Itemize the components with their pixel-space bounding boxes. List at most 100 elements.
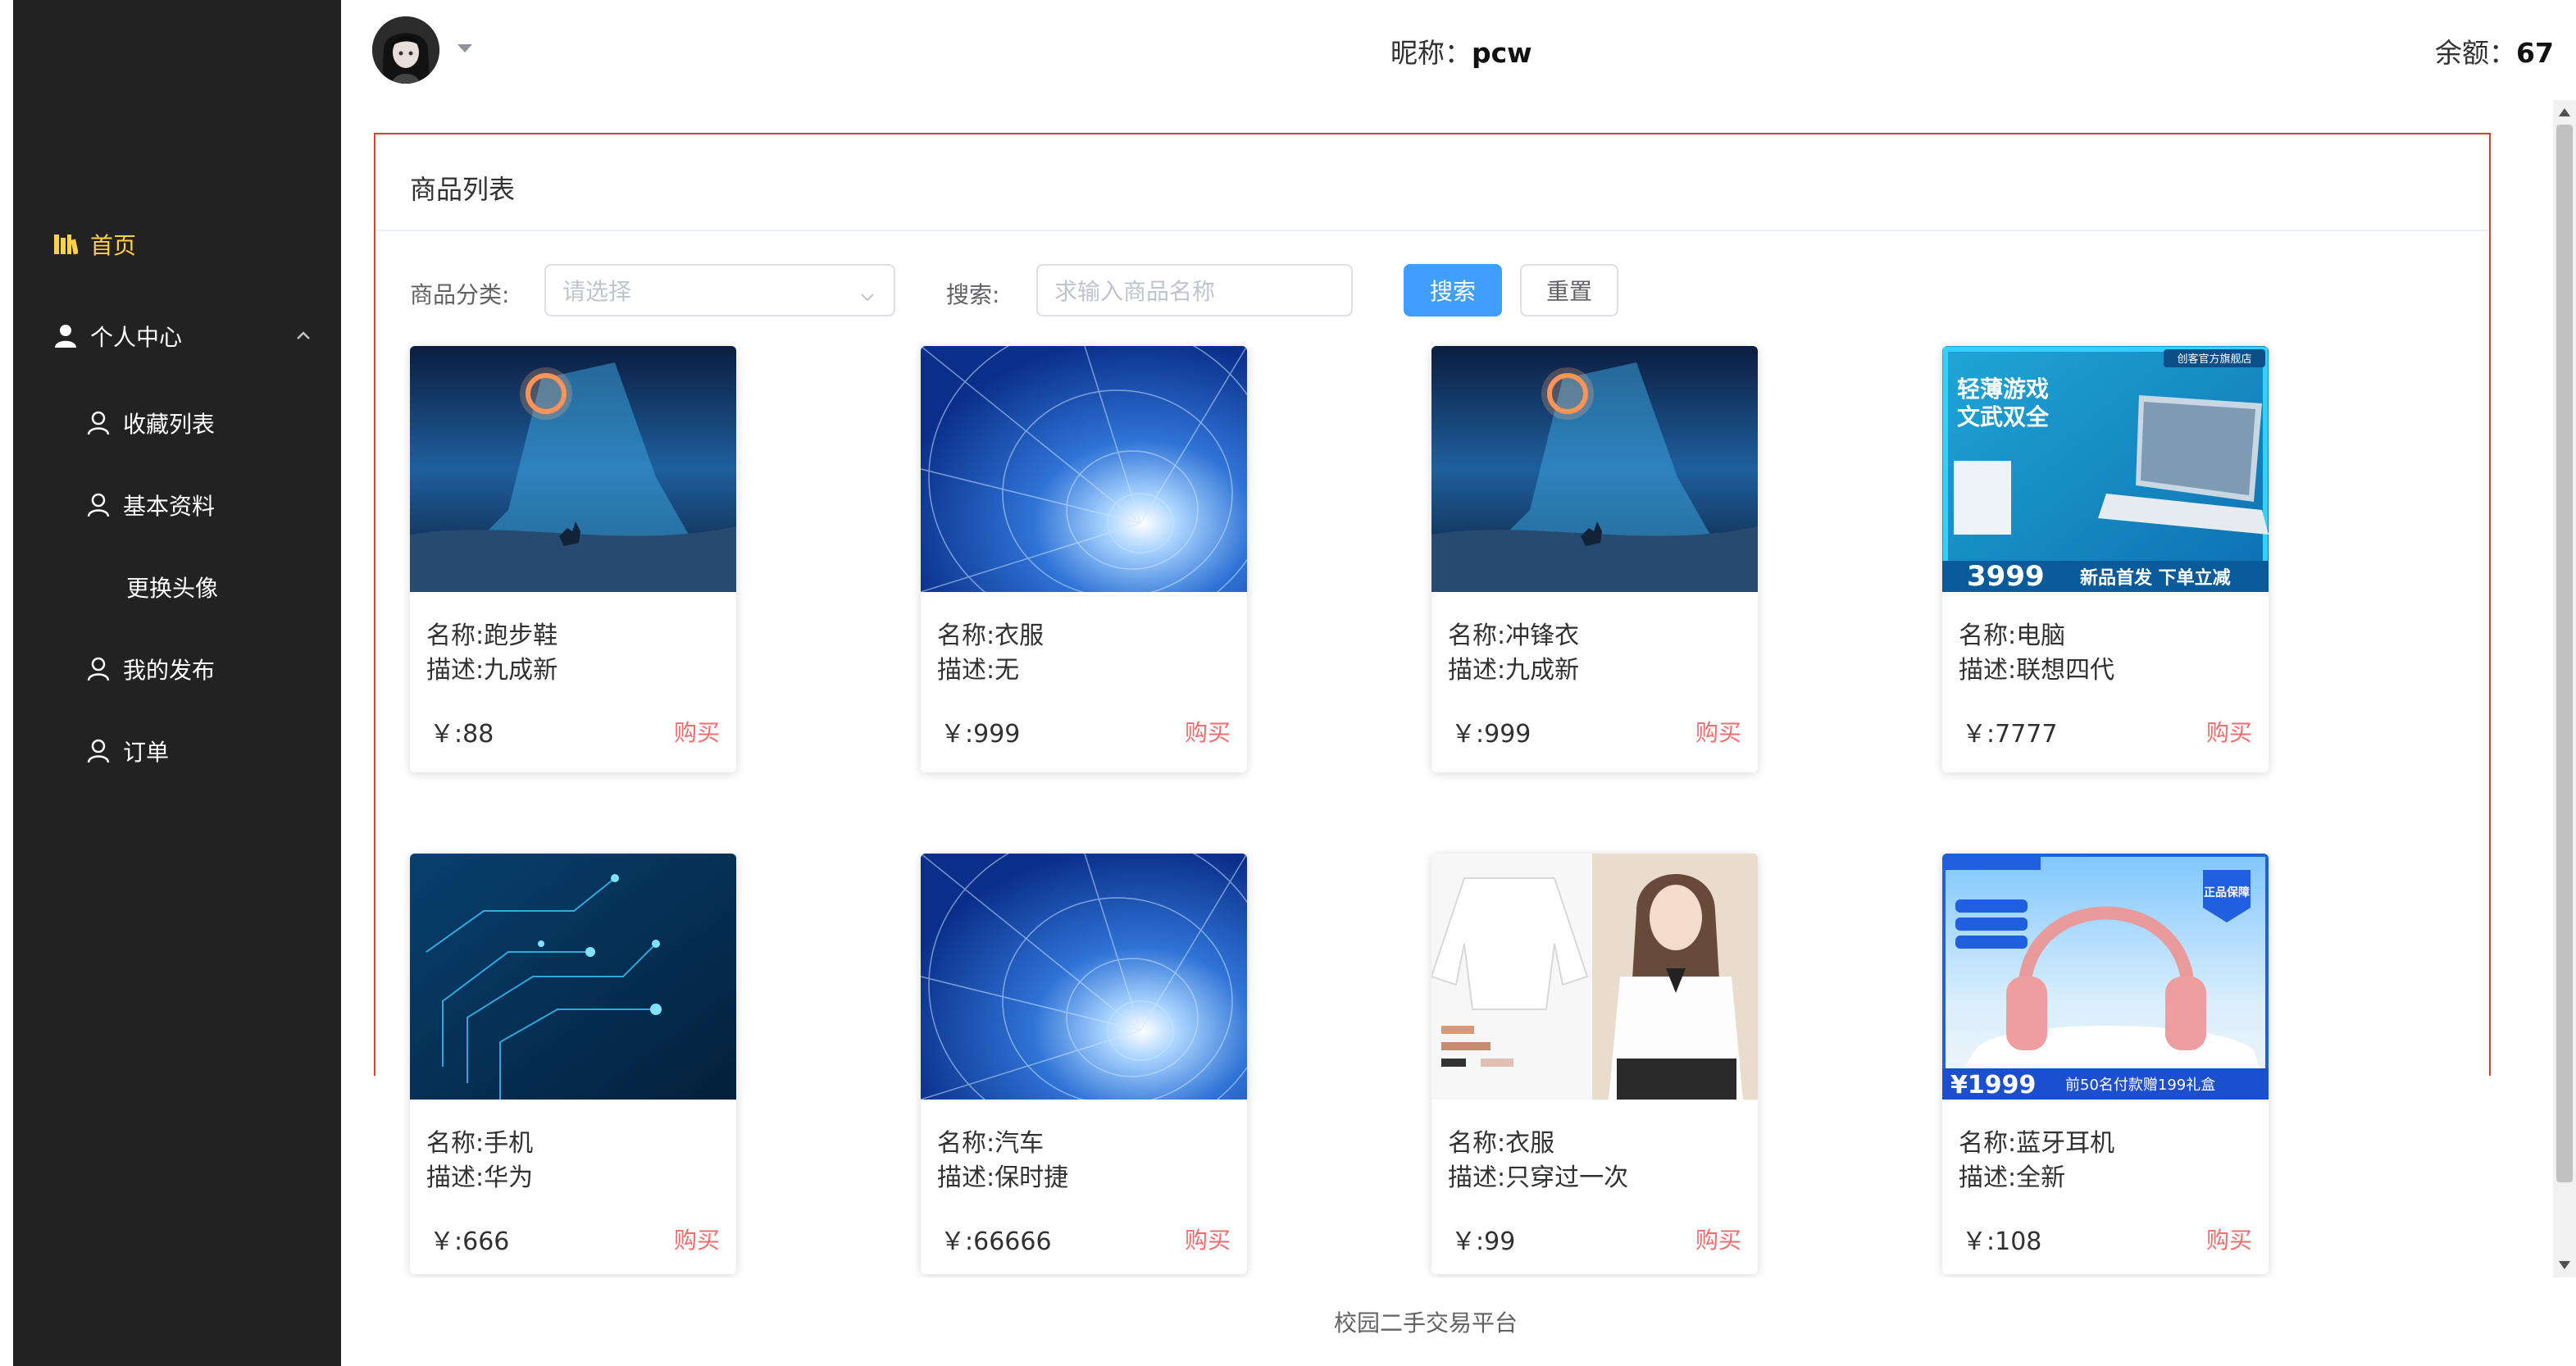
- product-price: ￥:88: [430, 720, 494, 749]
- product-card[interactable]: 名称:跑步鞋 描述:九成新 ￥:88 购买: [410, 346, 736, 772]
- ad-banner-text: 正品保障: [2204, 886, 2250, 899]
- chevron-down-icon: [859, 284, 876, 302]
- user-outline-icon: [84, 654, 113, 684]
- scroll-down-arrow-icon[interactable]: [2559, 1261, 2570, 1269]
- product-description: 描述:联想四代: [1959, 656, 2115, 685]
- buy-link[interactable]: 购买: [2206, 715, 2252, 748]
- panel-divider: [375, 230, 2489, 231]
- product-image[interactable]: ¥1999 前50名付款赠199礼盒 正品保障: [1942, 854, 2269, 1100]
- buy-link[interactable]: 购买: [674, 1223, 720, 1255]
- sidebar-item-label: 首页: [90, 232, 137, 259]
- search-input-placeholder: 求输入商品名称: [1054, 278, 1216, 305]
- ad-banner-text: 创客官方旗舰店: [2177, 353, 2251, 366]
- product-name: 名称:蓝牙耳机: [1959, 1129, 2115, 1158]
- buy-link[interactable]: 购买: [674, 715, 720, 748]
- product-name: 名称:手机: [426, 1129, 534, 1158]
- product-image[interactable]: [1431, 346, 1758, 592]
- sidebar-item-label: 基本资料: [123, 493, 216, 520]
- product-name: 名称:冲锋衣: [1448, 622, 1580, 650]
- reset-button[interactable]: 重置: [1520, 264, 1618, 316]
- sidebar-item-profile[interactable]: 基本资料: [13, 479, 341, 531]
- ad-banner-text: 新品首发 下单立减: [2080, 567, 2231, 589]
- category-select-placeholder: 请选择: [562, 278, 632, 305]
- category-select[interactable]: 请选择: [544, 264, 895, 316]
- buy-link[interactable]: 购买: [1695, 1223, 1741, 1255]
- product-image[interactable]: [921, 346, 1247, 592]
- product-description: 描述:保时捷: [937, 1163, 1069, 1192]
- product-name: 名称:跑步鞋: [426, 622, 558, 650]
- search-label: 搜索:: [946, 281, 1000, 308]
- footer: 校园二手交易平台: [341, 1277, 2576, 1366]
- product-card[interactable]: 名称:手机描述:华为 ￥:666 购买: [410, 854, 736, 1274]
- search-input[interactable]: 求输入商品名称: [1036, 264, 1353, 316]
- product-name: 名称:电脑: [1959, 622, 2066, 650]
- sidebar-item-favorites[interactable]: 收藏列表: [13, 397, 341, 449]
- sidebar-item-label: 更换头像: [126, 575, 219, 602]
- balance-value: 67: [2516, 37, 2554, 69]
- nickname-display: 昵称：pcw: [1390, 31, 1532, 71]
- product-image[interactable]: [921, 854, 1247, 1100]
- sidebar-item-change-avatar[interactable]: 更换头像: [13, 561, 341, 613]
- product-image[interactable]: 创客官方旗舰店轻薄游戏文武双全 3999 新品首发 下单立减: [1942, 346, 2269, 592]
- sidebar-item-label: 收藏列表: [123, 411, 216, 438]
- product-price: ￥:99: [1451, 1227, 1516, 1256]
- product-image[interactable]: [410, 854, 736, 1100]
- product-price: ￥:108: [1962, 1227, 2042, 1256]
- search-button[interactable]: 搜索: [1404, 264, 1502, 316]
- product-price: ￥:666: [430, 1227, 510, 1256]
- avatar[interactable]: [372, 16, 439, 84]
- user-outline-icon: [84, 490, 113, 520]
- product-image[interactable]: [410, 346, 736, 592]
- buy-link[interactable]: 购买: [1695, 715, 1741, 748]
- product-image[interactable]: [1431, 854, 1758, 1100]
- buy-link[interactable]: 购买: [2206, 1223, 2252, 1255]
- sidebar: 首页 个人中心 收藏列表 基本资料 更换头像 我的发布 订单: [13, 0, 341, 1366]
- sidebar-item-label: 我的发布: [123, 657, 216, 684]
- product-card[interactable]: 名称:冲锋衣 描述:九成新 ￥:999 购买: [1431, 346, 1758, 772]
- product-price: ￥:7777: [1962, 720, 2058, 749]
- chevron-up-icon: [294, 326, 313, 346]
- sidebar-item-home[interactable]: 首页: [13, 218, 341, 271]
- ad-banner-text: 3999: [1967, 560, 2045, 592]
- nickname-label: 昵称：: [1390, 37, 1472, 69]
- sidebar-item-personal-center[interactable]: 个人中心: [13, 310, 341, 362]
- footer-text: 校园二手交易平台: [1333, 1309, 1518, 1336]
- product-description: 描述:只穿过一次: [1448, 1163, 1629, 1192]
- scroll-thumb[interactable]: [2556, 125, 2573, 1182]
- balance-label: 余额：: [2435, 37, 2516, 69]
- product-name: 名称:衣服: [937, 622, 1045, 650]
- ad-banner-text: 轻薄游戏: [1957, 376, 2049, 403]
- buy-link[interactable]: 购买: [1185, 715, 1231, 748]
- product-description: 描述:无: [937, 656, 1020, 685]
- buy-link[interactable]: 购买: [1185, 1223, 1231, 1255]
- product-card[interactable]: 名称:汽车描述:保时捷 ￥:66666 购买: [921, 854, 1247, 1274]
- sidebar-item-orders[interactable]: 订单: [13, 725, 341, 777]
- ad-banner-text: 文武双全: [1957, 403, 2050, 430]
- avatar-dropdown-caret-icon[interactable]: [457, 44, 472, 52]
- ad-banner-text: 前50名付款赠199礼盒: [2065, 1077, 2215, 1094]
- panel-title: 商品列表: [410, 174, 516, 205]
- scroll-up-arrow-icon[interactable]: [2559, 108, 2570, 116]
- product-name: 名称:汽车: [937, 1129, 1045, 1158]
- bookshelf-icon: [51, 230, 80, 259]
- product-name: 名称:衣服: [1448, 1129, 1555, 1158]
- user-outline-icon: [84, 736, 113, 766]
- product-card[interactable]: 创客官方旗舰店轻薄游戏 文武双全 3999 新品首发 下单立减名称:电脑描述:联想四代…: [1942, 346, 2269, 772]
- sidebar-item-my-posts[interactable]: 我的发布: [13, 643, 341, 695]
- product-description: 描述:九成新: [426, 656, 558, 685]
- product-price: ￥:999: [1451, 720, 1531, 749]
- page-scrollbar[interactable]: [2553, 100, 2576, 1277]
- sidebar-item-label: 订单: [123, 739, 170, 766]
- sidebar-item-label: 个人中心: [90, 324, 183, 351]
- product-description: 描述:全新: [1959, 1163, 2066, 1192]
- product-card[interactable]: ¥1999 前50名付款赠199礼盒 正品保障 名称:蓝牙耳机 描述:全新 ￥:108 购买: [1942, 854, 2269, 1274]
- product-card[interactable]: 名称:衣服描述:只穿过一次 ￥:99 购买: [1431, 854, 1758, 1274]
- product-description: 描述:华为: [426, 1163, 534, 1192]
- product-description: 描述:九成新: [1448, 656, 1580, 685]
- user-filled-icon: [51, 321, 80, 351]
- user-outline-icon: [84, 408, 113, 438]
- category-filter-label: 商品分类:: [410, 281, 510, 308]
- product-card[interactable]: 名称:衣服描述:无 ￥:999 购买: [921, 346, 1247, 772]
- product-price: ￥:66666: [940, 1227, 1052, 1256]
- product-price: ￥:999: [940, 720, 1021, 749]
